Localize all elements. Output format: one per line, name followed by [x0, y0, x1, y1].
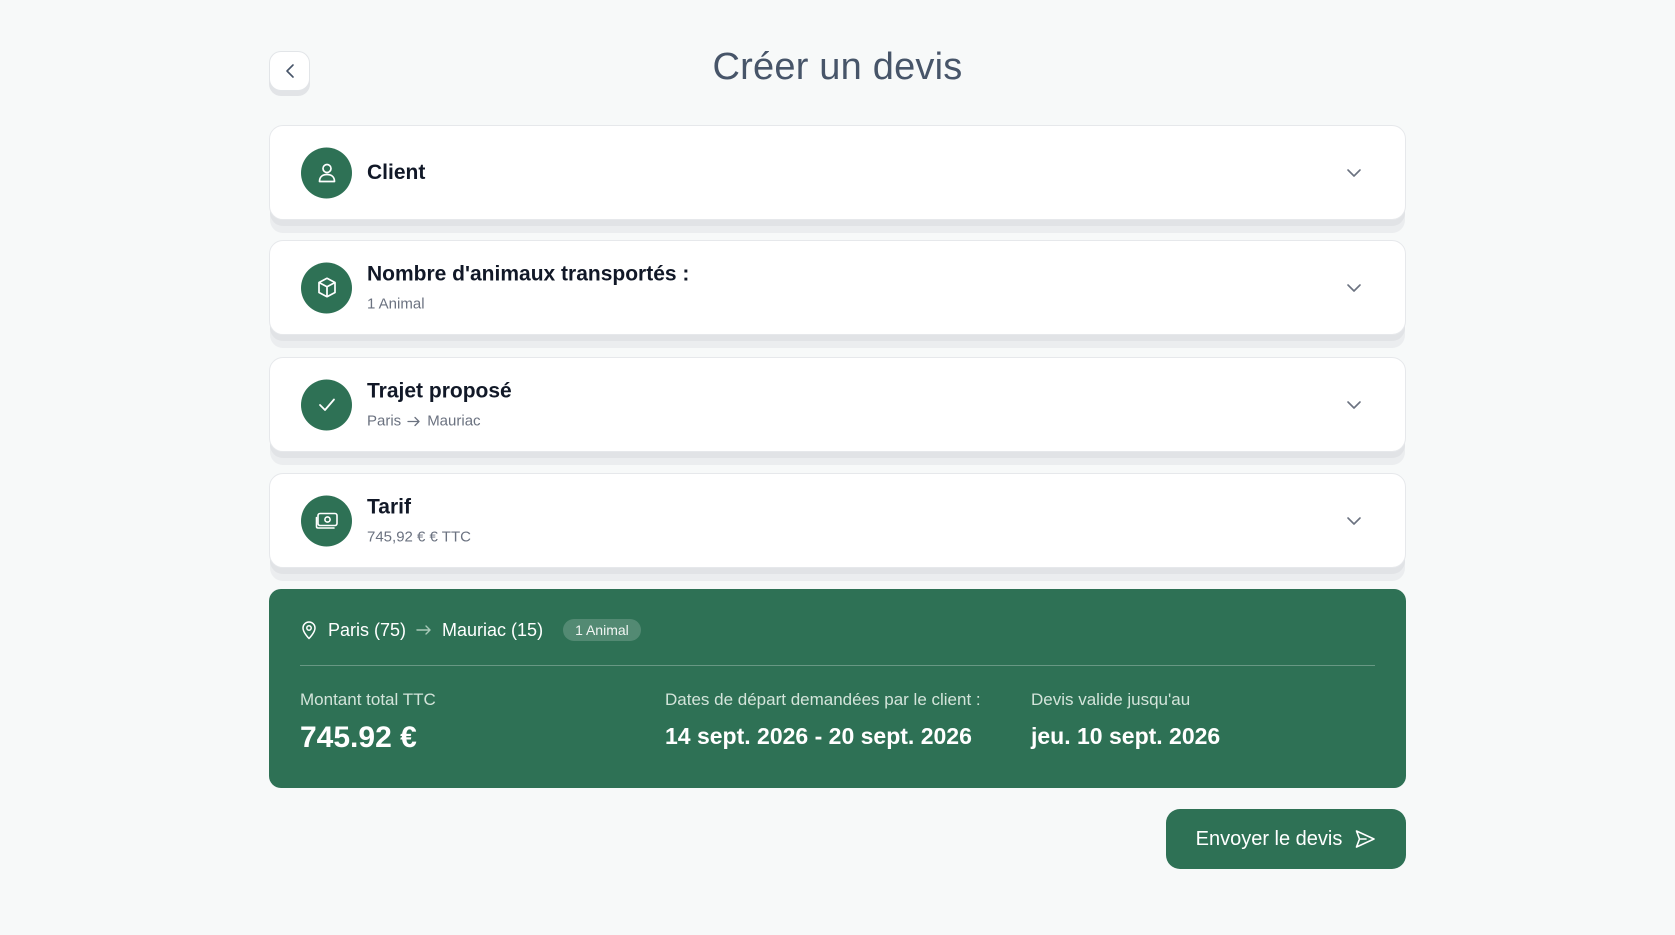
page-title: Créer un devis [712, 46, 963, 88]
departure-dates-label: Dates de départ demandées par le client … [665, 690, 981, 709]
animal-count-badge: 1 Animal [563, 619, 641, 641]
section-subtitle: Paris Mauriac [367, 411, 512, 431]
section-title: Tarif [367, 495, 411, 518]
total-amount-value: 745.92 € [300, 721, 417, 754]
summary-from: Paris (75) [328, 619, 407, 640]
summary-to: Mauriac (15) [442, 619, 544, 640]
section-animal-count[interactable]: Nombre d'animaux transportés : 1 Animal [269, 240, 1406, 335]
section-price[interactable]: Tarif 745,92 € € TTC [269, 473, 1406, 568]
animal-count-icon-circle [301, 262, 352, 313]
departure-dates-block: Dates de départ demandées par le client … [665, 689, 981, 750]
section-client[interactable]: Client [269, 125, 1406, 220]
total-amount-block: Montant total TTC 745.92 € [300, 689, 436, 755]
user-icon [318, 163, 335, 183]
section-subtitle: 745,92 € € TTC [367, 528, 471, 545]
send-icon [1356, 830, 1376, 848]
quote-summary-panel: Paris (75) Mauriac (15) 1 Animal Montant… [269, 589, 1406, 788]
arrow-right-icon [407, 416, 420, 426]
banknote-icon [315, 512, 338, 529]
chevron-down-icon[interactable] [1346, 516, 1362, 526]
quote-page: Créer un devis Client Nombre d'animaux t… [269, 0, 1406, 935]
section-subtitle: 1 Animal [367, 295, 425, 312]
chevron-down-icon[interactable] [1346, 168, 1362, 178]
validity-label: Devis valide jusqu'au [1031, 690, 1191, 709]
send-quote-label: Envoyer le devis [1195, 827, 1343, 850]
route-icon-circle [301, 379, 352, 430]
section-title: Client [367, 160, 426, 184]
chevron-down-icon[interactable] [1346, 400, 1362, 410]
price-icon-circle [301, 495, 352, 546]
chevron-down-icon[interactable] [1346, 283, 1362, 293]
validity-value: jeu. 10 sept. 2026 [1031, 723, 1221, 749]
total-amount-label: Montant total TTC [300, 690, 436, 709]
route-from: Paris [367, 412, 402, 429]
route-to: Mauriac [427, 412, 481, 429]
send-quote-button[interactable]: Envoyer le devis [1166, 809, 1406, 869]
client-icon-circle [301, 147, 352, 198]
section-title: Nombre d'animaux transportés : [367, 262, 690, 285]
box-icon [317, 277, 336, 298]
departure-dates-value: 14 sept. 2026 - 20 sept. 2026 [665, 723, 972, 749]
map-pin-icon [302, 621, 316, 640]
section-route[interactable]: Trajet proposé Paris Mauriac [269, 357, 1406, 452]
arrow-right-icon [416, 625, 431, 635]
section-title: Trajet proposé [367, 379, 512, 402]
summary-route: Paris (75) Mauriac (15) 1 Animal [300, 619, 641, 641]
summary-divider [300, 665, 1375, 666]
check-icon [318, 398, 335, 411]
validity-block: Devis valide jusqu'au jeu. 10 sept. 2026 [1031, 689, 1220, 750]
